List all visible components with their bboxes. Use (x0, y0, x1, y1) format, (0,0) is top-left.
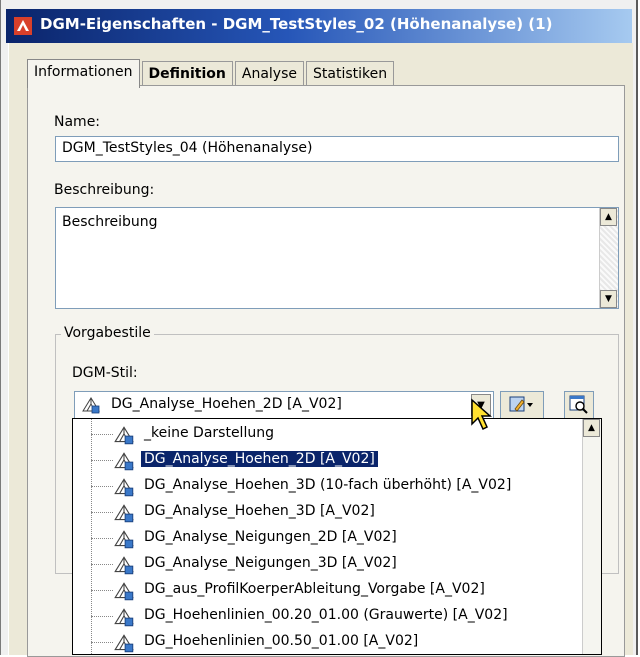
dropdown-option-label: _keine Darstellung (144, 425, 274, 441)
dgm-style-label: DGM-Stil: (72, 365, 138, 381)
description-field[interactable]: Beschreibung ▲ ▼ (55, 207, 619, 309)
dropdown-option[interactable]: DG_Analyse_Neigungen_3D [A_V02] (73, 552, 573, 578)
dropdown-option-label: DG_Analyse_Neigungen_3D [A_V02] (144, 555, 397, 571)
tree-connector (91, 590, 113, 591)
dgm-style-combobox[interactable]: DG_Analyse_Hoehen_2D [A_V02] ▼ (74, 391, 494, 419)
dropdown-option-label: DG_Analyse_Hoehen_2D [A_V02] (141, 451, 378, 467)
surface-style-icon (113, 528, 135, 554)
dropdown-option[interactable]: DG_aus_ProfilKoerperAbleitung_Vorgabe [A… (73, 578, 573, 604)
scroll-up-button[interactable]: ▲ (600, 208, 617, 226)
tab-informationen[interactable]: Informationen (27, 59, 140, 88)
preview-style-button[interactable] (564, 391, 594, 419)
dropdown-option[interactable]: DG_Analyse_Hoehen_3D [A_V02] (73, 500, 573, 526)
surface-style-icon (113, 554, 135, 580)
dropdown-option-label: DG_Hoehenlinien_00.50_01.00 [A_V02] (144, 633, 419, 649)
dropdown-option-label: DG_Hoehenlinien_00.20_01.00 (Grauwerte) … (144, 607, 508, 623)
tree-connector (91, 512, 113, 513)
dropdown-option[interactable]: DG_Hoehenlinien_00.20_01.00 (Grauwerte) … (73, 604, 573, 630)
description-label: Beschreibung: (54, 182, 155, 198)
preview-style-icon (569, 395, 588, 414)
dropdown-option-label: DG_Analyse_Neigungen_2D [A_V02] (144, 529, 397, 545)
surface-style-icon (113, 606, 135, 632)
surface-style-icon (82, 397, 100, 414)
dropdown-option-label: DG_Analyse_Hoehen_3D [A_V02] (144, 503, 375, 519)
dgm-style-value: DG_Analyse_Hoehen_2D [A_V02] (111, 396, 342, 412)
name-field[interactable]: DGM_TestStyles_04 (Höhenanalyse) (55, 136, 619, 162)
tab-analyse[interactable]: Analyse (234, 61, 304, 86)
surface-style-icon (113, 424, 135, 450)
tree-connector (91, 538, 113, 539)
tree-connector (91, 486, 113, 487)
tree-connector (91, 460, 113, 461)
tree-connector (91, 642, 113, 643)
dropdown-scroll-up-button[interactable]: ▲ (583, 419, 600, 437)
tab-statistiken[interactable]: Statistiken (306, 61, 395, 86)
window-title: DGM-Eigenschaften - DGM_TestStyles_02 (H… (40, 15, 553, 33)
tree-connector (91, 434, 113, 435)
group-legend: Vorgabestile (61, 325, 154, 341)
title-bar[interactable]: DGM-Eigenschaften - DGM_TestStyles_02 (H… (6, 9, 632, 43)
surface-style-icon (113, 632, 135, 654)
app-icon (14, 17, 32, 35)
dropdown-option[interactable]: _keine Darstellung (73, 422, 573, 448)
dropdown-option-label: DG_Analyse_Hoehen_3D (10-fach überhöht) … (144, 477, 512, 493)
name-label: Name: (54, 114, 101, 130)
dropdown-option[interactable]: DG_Analyse_Hoehen_2D [A_V02] (73, 448, 573, 474)
edit-style-icon (509, 396, 533, 412)
tab-definition[interactable]: Definition (141, 61, 233, 86)
tab-strip: Informationen Definition Analyse Statist… (27, 59, 396, 88)
dropdown-scrollbar[interactable]: ▲ (582, 419, 601, 654)
tree-connector (91, 616, 113, 617)
surface-style-icon (113, 476, 135, 502)
surface-style-icon (113, 502, 135, 528)
tree-connector (91, 564, 113, 565)
mouse-cursor-icon (471, 398, 492, 431)
dropdown-option[interactable]: DG_Analyse_Hoehen_3D (10-fach überhöht) … (73, 474, 573, 500)
dropdown-option[interactable]: DG_Analyse_Neigungen_2D [A_V02] (73, 526, 573, 552)
dropdown-option-label: DG_aus_ProfilKoerperAbleitung_Vorgabe [A… (144, 581, 485, 597)
surface-style-icon (113, 580, 135, 606)
description-scrollbar[interactable]: ▲ ▼ (599, 208, 618, 308)
edit-style-button[interactable] (500, 391, 544, 419)
dgm-style-dropdown-list[interactable]: ▲ _keine Darstellung DG_Analyse_Hoehen_2D… (72, 418, 602, 655)
surface-style-icon (113, 450, 135, 476)
description-text: Beschreibung (62, 214, 158, 230)
scroll-down-button[interactable]: ▼ (600, 290, 617, 308)
dropdown-option[interactable]: DG_Hoehenlinien_00.50_01.00 [A_V02] (73, 630, 573, 654)
